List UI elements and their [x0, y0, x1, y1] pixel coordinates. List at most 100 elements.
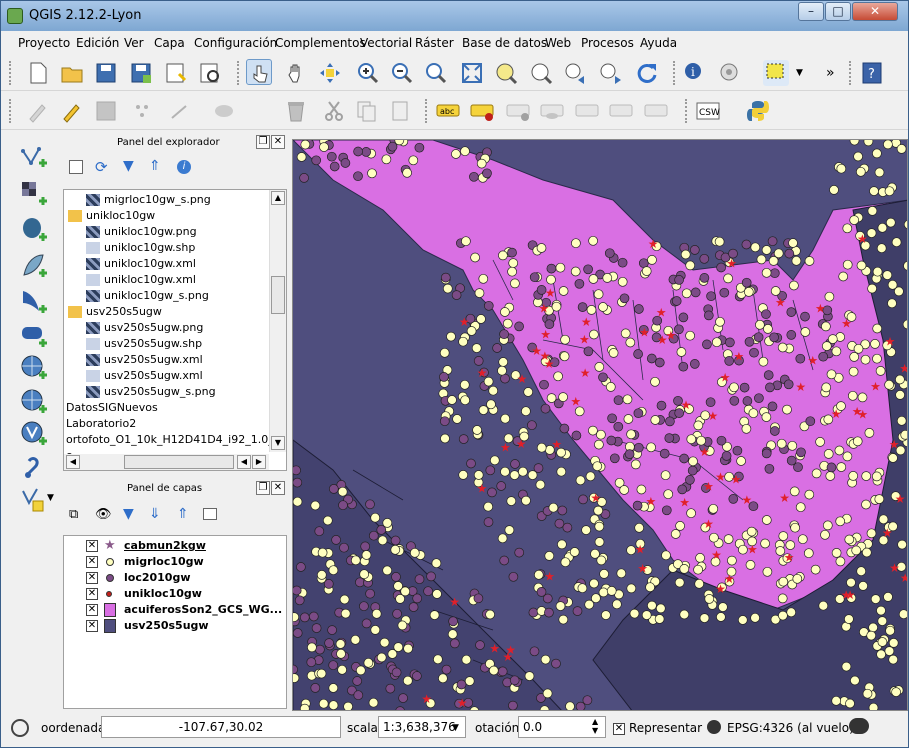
open-project-icon[interactable] [59, 60, 85, 86]
layer-item[interactable]: ✕ ★ cabmun2kgw [72, 538, 284, 554]
select-dropdown-arrow-icon[interactable]: ▼ [796, 68, 803, 78]
new-shapefile-icon[interactable] [19, 485, 49, 515]
log-messages-icon[interactable] [849, 718, 869, 734]
layer-visibility-checkbox[interactable]: ✕ [86, 540, 98, 552]
paste-features-icon[interactable] [387, 98, 413, 124]
move-feature-icon[interactable] [166, 98, 192, 124]
layers-tree[interactable]: ✕ ★ cabmun2kgw ✕ migrloc10gw ✕ loc2010gw ✕ unikl… [63, 535, 287, 709]
save-as-icon[interactable] [128, 60, 154, 86]
minimize-button[interactable]: – [798, 2, 824, 21]
add-wcs-layer-icon[interactable] [19, 387, 49, 417]
crs-globe-icon[interactable] [707, 720, 721, 734]
label-move-icon[interactable] [574, 98, 600, 124]
add-selected-icon[interactable] [69, 160, 83, 174]
menu-ayuda[interactable]: Ayuda [640, 36, 677, 50]
menu-edicion[interactable]: Edición [76, 36, 119, 50]
edit-pencils-icon[interactable] [25, 98, 51, 124]
filter-legend-icon[interactable]: ▼ [123, 506, 134, 522]
menu-procesos[interactable]: Procesos [581, 36, 634, 50]
refresh-icon[interactable] [633, 60, 659, 86]
add-vector-layer-icon[interactable] [19, 143, 49, 173]
zoom-last-icon[interactable] [562, 60, 588, 86]
browser-hscroll-thumb[interactable] [124, 455, 234, 469]
menu-configuracion[interactable]: Configuración [194, 36, 277, 50]
python-console-icon[interactable] [745, 98, 771, 124]
layer-visibility-checkbox[interactable]: ✕ [86, 620, 98, 632]
toolbar-grip[interactable] [237, 61, 241, 85]
zoom-out-icon[interactable] [389, 60, 415, 86]
add-mssql-layer-icon[interactable] [19, 287, 49, 317]
add-group-icon[interactable]: ⧉ [69, 507, 78, 522]
select-features-icon[interactable] [763, 60, 789, 86]
label-toolbar-icon[interactable]: abc [435, 98, 461, 124]
toolbar-overflow-button[interactable]: » [826, 65, 835, 81]
toolbar-grip[interactable] [685, 99, 689, 123]
remove-layer-icon[interactable] [203, 508, 217, 520]
new-print-composer-icon[interactable] [163, 60, 189, 86]
browser-vertical-scrollbar[interactable]: ▲ ▼ [269, 190, 286, 452]
label-highlight-icon[interactable] [505, 98, 531, 124]
menu-proyecto[interactable]: Proyecto [18, 36, 70, 50]
scale-dropdown-arrow-icon[interactable]: ▼ [452, 723, 459, 733]
collapse-all-icon[interactable]: ⇑ [149, 158, 161, 174]
composer-manager-icon[interactable] [197, 60, 223, 86]
delete-selected-icon[interactable] [283, 98, 309, 124]
layer-item[interactable]: ✕ migrloc10gw [72, 554, 284, 570]
zoom-native-icon[interactable] [423, 60, 449, 86]
menu-vectorial[interactable]: Vectorial [360, 36, 412, 50]
toggle-editing-icon[interactable] [59, 98, 85, 124]
menu-capa[interactable]: Capa [154, 36, 185, 50]
add-raster-layer-icon[interactable] [19, 179, 49, 209]
render-checkbox[interactable]: ✕ [613, 723, 625, 735]
close-layers-panel-button[interactable]: ✕ [271, 481, 285, 495]
zoom-full-icon[interactable] [459, 60, 485, 86]
zoom-in-icon[interactable] [355, 60, 381, 86]
menu-base-de-datos[interactable]: Base de datos [462, 36, 547, 50]
toolbar-grip[interactable] [425, 99, 429, 123]
label-pin-icon[interactable] [469, 98, 495, 124]
layer-item[interactable]: ✕ unikloc10gw [72, 586, 284, 602]
layer-item[interactable]: ✕ usv250s5ugw [72, 618, 284, 634]
label-change-icon[interactable] [643, 98, 669, 124]
add-wms-layer-icon[interactable] [19, 353, 49, 383]
touch-zoom-pan-icon[interactable] [246, 59, 272, 85]
new-project-icon[interactable] [25, 60, 51, 86]
layer-item[interactable]: ✕ loc2010gw [72, 570, 284, 586]
add-postgis-layer-icon[interactable] [19, 215, 49, 245]
close-button[interactable]: ✕ [852, 2, 898, 21]
layer-visibility-checkbox[interactable]: ✕ [86, 572, 98, 584]
help-icon[interactable]: ? [859, 60, 885, 86]
float-panel-button[interactable]: ❐ [256, 135, 270, 149]
zoom-to-layer-icon[interactable] [528, 60, 554, 86]
toolbar-grip[interactable] [9, 99, 13, 123]
add-spatialite-layer-icon[interactable] [19, 251, 49, 281]
add-feature-icon[interactable] [129, 98, 155, 124]
filter-browser-icon[interactable]: ▼ [123, 158, 134, 174]
refresh-browser-icon[interactable]: ⟳ [95, 158, 108, 176]
map-canvas[interactable]: ★ ★ ★ ★ ★ ★ ★ ★ ★ ★ ★ ★ ★ ★ ★ ★ ★ ★ ★ ★ ★ ★ ★ ★ ★ ★ ★ ★ ★ ★ ★ ★ ★ ★ ★ ★ ★ ★ ★ ★… [292, 139, 908, 711]
maximize-button[interactable]: □ [825, 2, 851, 21]
node-tool-icon[interactable] [211, 98, 237, 124]
zoom-to-selection-icon[interactable] [493, 60, 519, 86]
browser-horizontal-scrollbar[interactable]: ◀ ◀ ▶ [64, 454, 269, 470]
crs-status-button[interactable]: EPSG:4326 (al vuelo) [727, 721, 854, 735]
menu-web[interactable]: Web [545, 36, 571, 50]
label-rotate-icon[interactable] [608, 98, 634, 124]
pan-hand-icon[interactable] [283, 60, 309, 86]
menu-raster[interactable]: Ráster [415, 36, 454, 50]
browser-scroll-thumb[interactable] [271, 276, 285, 314]
float-layers-panel-button[interactable]: ❐ [256, 481, 270, 495]
zoom-next-icon[interactable] [597, 60, 623, 86]
add-oracle-layer-icon[interactable] [19, 321, 49, 351]
save-edits-icon[interactable] [93, 98, 119, 124]
copy-features-icon[interactable] [353, 98, 379, 124]
properties-info-icon[interactable]: i [177, 160, 191, 174]
close-panel-button[interactable]: ✕ [271, 135, 285, 149]
label-show-hide-icon[interactable] [539, 98, 565, 124]
measure-icon[interactable] [717, 60, 743, 86]
layer-visibility-checkbox[interactable]: ✕ [86, 588, 98, 600]
toolbar-grip[interactable] [673, 61, 677, 85]
add-delimited-text-icon[interactable] [19, 453, 49, 483]
identify-icon[interactable]: i [681, 60, 707, 86]
collapse-all-layers-icon[interactable]: ⇑ [177, 506, 189, 522]
